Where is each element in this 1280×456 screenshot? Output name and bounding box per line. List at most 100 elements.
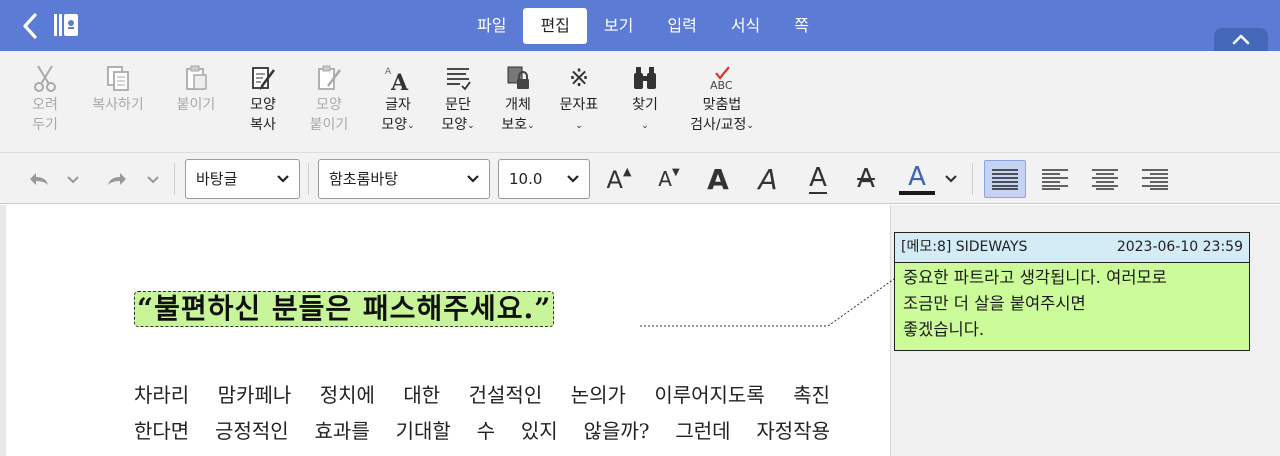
- align-left-icon: [1042, 169, 1068, 190]
- spellcheck-button[interactable]: ABC 맞춤법 검사/교정⌄: [684, 61, 760, 136]
- tab-file[interactable]: 파일: [460, 8, 523, 44]
- collapse-ribbon-button[interactable]: [1214, 28, 1268, 51]
- find-button[interactable]: 찾기 ⌄: [624, 61, 666, 136]
- spellcheck-icon: ABC: [710, 66, 733, 92]
- font-glyph: A: [658, 167, 672, 191]
- undo-button[interactable]: [24, 160, 54, 198]
- paragraph-line: 한다면 긍정적인 효과를 기대할 수 있지 않을까? 그런데 자정작용: [134, 419, 830, 443]
- hancom-logo-icon: [52, 11, 80, 39]
- chevron-down-icon: [945, 175, 957, 183]
- left-align-button[interactable]: [1034, 160, 1076, 198]
- lock-object-icon: [507, 66, 529, 89]
- memo-line: 중요한 파트라고 생각됩니다. 여러모로: [903, 268, 1167, 287]
- back-arrow-icon[interactable]: [20, 12, 42, 40]
- binoculars-icon: [634, 67, 656, 89]
- memo-author: [메모:8] SIDEWAYS: [901, 239, 1028, 255]
- format-toolbar: 바탕글 함초롬바탕 10.0 A▲ A▼ A A A A A: [0, 152, 1280, 204]
- right-align-button[interactable]: [1134, 160, 1176, 198]
- undo-icon: [30, 173, 48, 185]
- font-color-dropdown[interactable]: [940, 160, 962, 198]
- divider: [174, 163, 175, 195]
- para-shape-button[interactable]: 문단 모양⌄: [436, 61, 480, 136]
- decrease-font-size-button[interactable]: A▼: [650, 160, 688, 198]
- format-copy-button[interactable]: 모양 복사: [242, 61, 284, 135]
- center-align-button[interactable]: [1084, 160, 1126, 198]
- style-value: 바탕글: [196, 170, 238, 188]
- tab-edit[interactable]: 편집: [523, 8, 587, 44]
- menu-bar: 파일 편집 보기 입력 서식 쪽: [0, 0, 1280, 51]
- memo-box[interactable]: [메모:8] SIDEWAYS 2023-06-10 23:59 중요한 파트라…: [894, 232, 1250, 351]
- format-paste-button[interactable]: 모양 붙이기: [303, 61, 355, 135]
- tab-page[interactable]: 쪽: [777, 8, 826, 44]
- redo-button[interactable]: [102, 160, 132, 198]
- font-color-button[interactable]: A: [897, 160, 937, 198]
- divider: [308, 163, 309, 195]
- spellcheck-text: 맞춤법 검사/교정: [690, 97, 747, 133]
- copy-label: 복사하기: [92, 97, 144, 113]
- char-shape-label: 글자 모양⌄: [376, 95, 420, 136]
- chevron-down-icon: [147, 176, 159, 184]
- tab-view[interactable]: 보기: [587, 8, 650, 44]
- tab-format[interactable]: 서식: [714, 8, 777, 44]
- paste-label: 붙이기: [176, 97, 216, 113]
- font-select[interactable]: 함초롬바탕: [318, 159, 490, 199]
- memo-body: 중요한 파트라고 생각됩니다. 여러모로 조금만 더 살을 붙여주시면 좋겠습니…: [895, 263, 1249, 345]
- justify-align-button[interactable]: [984, 160, 1026, 198]
- undo-dropdown[interactable]: [62, 160, 84, 198]
- strikethrough-button[interactable]: A: [848, 160, 884, 198]
- copy-button[interactable]: 복사하기: [86, 61, 150, 115]
- memo-anchored-quote[interactable]: “불편하신 분들은 패스해주세요.”: [134, 291, 555, 327]
- chevron-down-icon: [67, 176, 79, 184]
- bold-button[interactable]: A: [700, 160, 736, 198]
- object-protect-label: 개체 보호⌄: [496, 95, 540, 136]
- align-right-icon: [1142, 169, 1168, 190]
- cut-label: 오려 두기: [32, 97, 58, 133]
- scissors-icon: [34, 65, 56, 92]
- chevron-down-icon: [277, 175, 289, 183]
- chevron-down-icon: ⌄: [641, 121, 649, 131]
- char-shape-icon: A A: [385, 67, 409, 92]
- cut-button[interactable]: 오려 두기: [22, 61, 68, 135]
- underline-icon: A: [809, 163, 827, 194]
- format-copy-label: 모양 복사: [250, 97, 276, 133]
- symbol-button[interactable]: ※ 문자표 ⌄: [555, 61, 603, 136]
- para-shape-label: 문단 모양⌄: [436, 95, 480, 136]
- redo-dropdown[interactable]: [142, 160, 164, 198]
- symbol-label: 문자표 ⌄: [555, 95, 603, 136]
- format-paste-icon: [318, 65, 341, 90]
- font-size-up-icon: A▲: [606, 164, 632, 194]
- divider: [972, 163, 973, 195]
- align-center-icon: [1092, 169, 1118, 190]
- symbol-icon: ※: [568, 64, 590, 92]
- document-area: “불편하신 분들은 패스해주세요.” 차라리 맘카페나 정치에 대한 건설적인 …: [0, 205, 1280, 456]
- underline-button[interactable]: A: [800, 160, 836, 198]
- paragraph-line: 차라리 맘카페나 정치에 대한 건설적인 논의가 이루어지도록 촉진: [134, 383, 830, 407]
- format-paste-label: 모양 붙이기: [309, 97, 349, 133]
- body-paragraph[interactable]: 차라리 맘카페나 정치에 대한 건설적인 논의가 이루어지도록 촉진 한다면 긍…: [134, 377, 830, 449]
- chevron-down-icon: [567, 175, 579, 183]
- object-protect-button[interactable]: 개체 보호⌄: [496, 61, 540, 136]
- chevron-down-icon: [467, 175, 479, 183]
- chevron-down-icon: ⌄: [527, 121, 535, 131]
- font-color-swatch: [899, 191, 935, 195]
- copy-icon: [107, 66, 129, 91]
- find-label: 찾기 ⌄: [624, 95, 666, 136]
- bold-icon: A: [707, 162, 729, 196]
- font-value: 함초롬바탕: [329, 170, 399, 188]
- font-size-select[interactable]: 10.0: [498, 159, 590, 199]
- strikethrough-icon: A: [857, 164, 875, 194]
- style-select[interactable]: 바탕글: [185, 159, 300, 199]
- spellcheck-label: 맞춤법 검사/교정⌄: [684, 95, 760, 136]
- paste-button[interactable]: 붙이기: [170, 61, 222, 115]
- paste-icon: [186, 65, 207, 90]
- memo-date: 2023-06-10 23:59: [1116, 239, 1243, 255]
- tab-insert[interactable]: 입력: [650, 8, 713, 44]
- char-shape-button[interactable]: A A 글자 모양⌄: [376, 61, 420, 136]
- increase-font-size-button[interactable]: A▲: [600, 160, 638, 198]
- memo-line: 조금만 더 살을 붙여주시면: [903, 294, 1086, 313]
- memo-header: [메모:8] SIDEWAYS 2023-06-10 23:59: [895, 233, 1249, 263]
- italic-button[interactable]: A: [750, 160, 786, 198]
- chevron-down-icon: ⌄: [407, 121, 415, 131]
- edit-ribbon: 오려 두기 복사하기 붙이기 모양 복사 모양 붙이기 A A 글자 모양⌄ 문…: [0, 51, 1280, 152]
- para-shape-icon: [447, 68, 471, 91]
